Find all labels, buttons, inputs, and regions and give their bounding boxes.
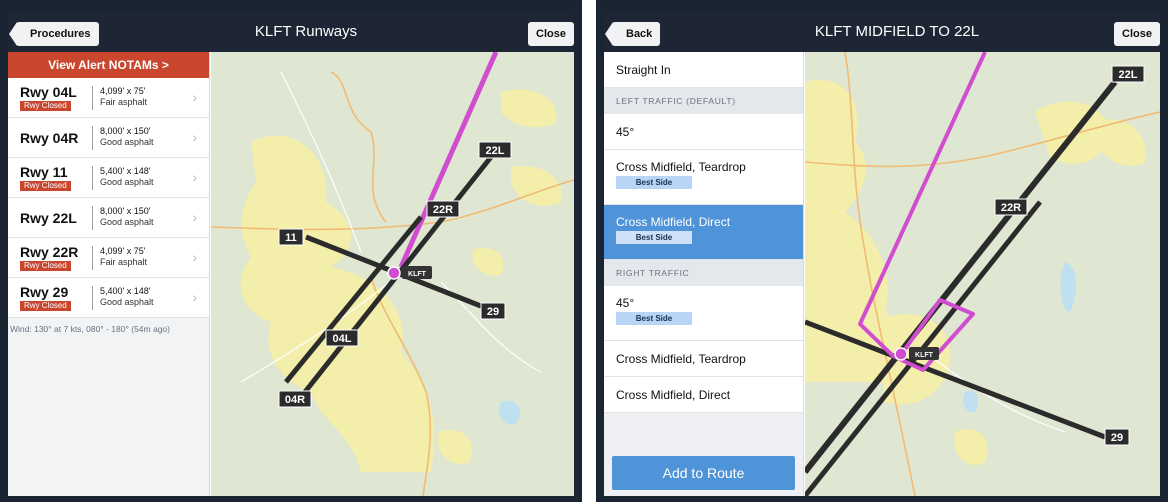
runway-label-22r: 22R: [1001, 202, 1021, 214]
close-button[interactable]: Close: [1114, 22, 1160, 46]
navigation-bar: Procedures KLFT Runways Close: [8, 12, 574, 52]
pattern-options-list: Straight In LEFT TRAFFIC (DEFAULT) 45° C…: [604, 52, 804, 496]
chevron-right-icon: ›: [192, 89, 197, 105]
runway-name: Rwy 04R: [20, 130, 79, 146]
airport-marker-icon[interactable]: [894, 347, 908, 361]
runway-closed-badge: Rwy Closed: [20, 301, 71, 311]
option-label: 45°: [616, 125, 635, 139]
runway-dimensions: 5,400' x 148': [100, 286, 151, 296]
chevron-right-icon: ›: [192, 249, 197, 265]
runway-surface: Good asphalt: [100, 217, 154, 227]
option-right-teardrop[interactable]: Cross Midfield, Teardrop: [604, 341, 803, 377]
wind-info: Wind: 130° at 7 kts, 080° - 180° (54m ag…: [10, 324, 170, 334]
best-side-badge: Best Side: [616, 176, 692, 189]
divider: [92, 166, 93, 190]
option-label: Cross Midfield, Teardrop: [616, 160, 746, 174]
approach-map[interactable]: KLFT 22L 22R 29: [805, 52, 1160, 496]
page-title: KLFT Runways: [254, 23, 358, 40]
divider: [92, 126, 93, 150]
runway-label-04l: 04L: [333, 333, 352, 345]
runway-name: Rwy 11: [20, 164, 68, 180]
runway-list: View Alert NOTAMs > Rwy 04L Rwy Closed 4…: [8, 52, 210, 496]
best-side-badge: Best Side: [616, 231, 692, 244]
content-area: View Alert NOTAMs > Rwy 04L Rwy Closed 4…: [8, 52, 574, 496]
back-button[interactable]: Back: [604, 22, 661, 46]
page-title: KLFT MIDFIELD TO 22L: [814, 23, 980, 40]
chevron-right-icon: ›: [192, 209, 197, 225]
runway-name: Rwy 22L: [20, 210, 77, 226]
option-label: Cross Midfield, Teardrop: [616, 352, 746, 366]
section-header-right-traffic: RIGHT TRAFFIC: [604, 260, 803, 286]
navigation-bar: Back KLFT MIDFIELD TO 22L Close: [604, 12, 1160, 52]
option-label: Straight In: [616, 63, 671, 77]
option-straight-in[interactable]: Straight In: [604, 52, 803, 88]
runway-label-29: 29: [487, 306, 499, 318]
procedures-back-button[interactable]: Procedures: [9, 22, 99, 46]
runway-dimensions: 4,099' x 75': [100, 86, 146, 96]
runway-dimensions: 5,400' x 148': [100, 166, 151, 176]
map-canvas[interactable]: KLFT 22L 22R 11 29 04L 04R: [211, 52, 574, 496]
option-left-45[interactable]: 45°: [604, 114, 803, 150]
runway-row[interactable]: Rwy 22R Rwy Closed 4,099' x 75' Fair asp…: [8, 238, 209, 278]
runway-row[interactable]: Rwy 29 Rwy Closed 5,400' x 148' Good asp…: [8, 278, 209, 318]
left-screen: Procedures KLFT Runways Close View Alert…: [0, 0, 582, 502]
close-button[interactable]: Close: [528, 22, 574, 46]
content-area: Straight In LEFT TRAFFIC (DEFAULT) 45° C…: [604, 52, 1160, 496]
option-left-teardrop[interactable]: Cross Midfield, Teardrop Best Side: [604, 150, 803, 205]
runway-surface: Good asphalt: [100, 297, 154, 307]
divider: [92, 86, 93, 110]
option-right-45[interactable]: 45° Best Side: [604, 286, 803, 341]
option-right-direct[interactable]: Cross Midfield, Direct: [604, 377, 803, 413]
runway-label-22r: 22R: [433, 204, 453, 216]
runway-row[interactable]: Rwy 11 Rwy Closed 5,400' x 148' Good asp…: [8, 158, 209, 198]
airport-marker-icon[interactable]: [387, 266, 401, 280]
chevron-right-icon: ›: [192, 129, 197, 145]
divider: [92, 246, 93, 270]
runway-name: Rwy 22R: [20, 244, 79, 260]
runway-dimensions: 8,000' x 150': [100, 126, 151, 136]
best-side-badge: Best Side: [616, 312, 692, 325]
right-screen: Back KLFT MIDFIELD TO 22L Close Straight…: [596, 0, 1168, 502]
airport-label: KLFT: [408, 271, 427, 278]
runway-label-29: 29: [1111, 432, 1123, 444]
option-label: Cross Midfield, Direct: [616, 388, 731, 402]
runway-name: Rwy 29: [20, 284, 69, 300]
runway-label-22l: 22L: [1119, 69, 1138, 81]
airport-label: KLFT: [915, 352, 934, 359]
runway-closed-badge: Rwy Closed: [20, 261, 71, 271]
runway-surface: Good asphalt: [100, 137, 154, 147]
divider: [92, 206, 93, 230]
add-to-route-button[interactable]: Add to Route: [612, 456, 795, 490]
runway-dimensions: 4,099' x 75': [100, 246, 146, 256]
runway-closed-badge: Rwy Closed: [20, 181, 71, 191]
runway-surface: Fair asphalt: [100, 257, 148, 267]
view-alert-notams-button[interactable]: View Alert NOTAMs >: [8, 52, 209, 78]
runway-label-22l: 22L: [486, 145, 505, 157]
runway-dimensions: 8,000' x 150': [100, 206, 151, 216]
runway-row[interactable]: Rwy 04L Rwy Closed 4,099' x 75' Fair asp…: [8, 78, 209, 118]
runway-closed-badge: Rwy Closed: [20, 101, 71, 111]
chevron-right-icon: ›: [192, 169, 197, 185]
runway-label-11: 11: [285, 232, 297, 244]
runway-name: Rwy 04L: [20, 84, 77, 100]
runway-row[interactable]: Rwy 04R 8,000' x 150' Good asphalt ›: [8, 118, 209, 158]
runway-row[interactable]: Rwy 22L 8,000' x 150' Good asphalt ›: [8, 198, 209, 238]
runway-surface: Fair asphalt: [100, 97, 148, 107]
divider: [92, 286, 93, 310]
option-left-direct-selected[interactable]: Cross Midfield, Direct Best Side: [604, 205, 803, 260]
runway-label-04r: 04R: [285, 394, 305, 406]
option-label: Cross Midfield, Direct: [616, 215, 731, 229]
map-canvas[interactable]: KLFT 22L 22R 29: [805, 52, 1160, 496]
chevron-right-icon: ›: [192, 289, 197, 305]
section-header-left-traffic: LEFT TRAFFIC (DEFAULT): [604, 88, 803, 114]
airport-map[interactable]: KLFT 22L 22R 11 29 04L 04R: [211, 52, 574, 496]
runway-surface: Good asphalt: [100, 177, 154, 187]
option-label: 45°: [616, 296, 635, 310]
